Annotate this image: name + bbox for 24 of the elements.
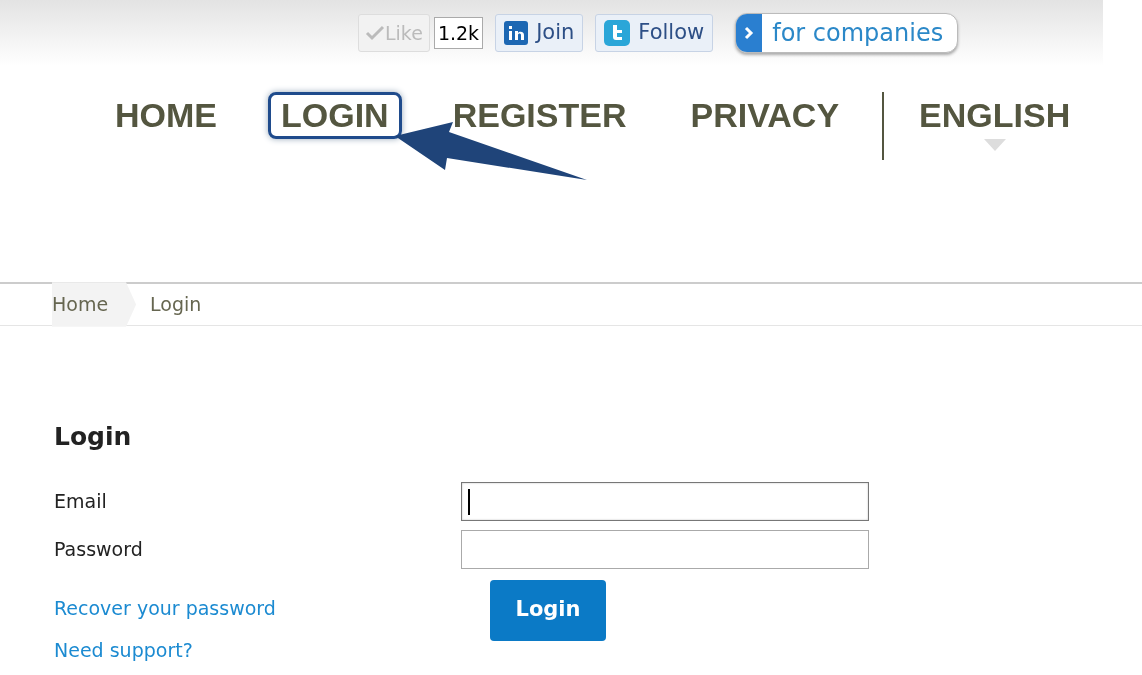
input-field[interactable]	[461, 530, 869, 569]
login-button[interactable]: Login	[490, 579, 606, 641]
chevron-icon	[744, 26, 755, 40]
nav-link[interactable]: REGISTER	[439, 92, 640, 140]
linkedin-icon	[504, 21, 529, 45]
like-count: 1.2k	[433, 17, 484, 49]
bird-icon	[604, 20, 631, 46]
link[interactable]: Need support?	[54, 636, 490, 665]
follow-button[interactable]: Follow	[595, 14, 714, 52]
field-label: Email	[54, 489, 108, 515]
caret-icon	[983, 139, 1006, 152]
nav-link[interactable]: PRIVACY	[677, 92, 853, 140]
companies-button[interactable]: for companies	[735, 13, 959, 53]
breadcrumb-item: Login	[150, 292, 202, 318]
form-title: Login	[54, 421, 133, 453]
nav-link[interactable]: LOGIN	[268, 92, 402, 140]
nav-link[interactable]: HOME	[102, 92, 230, 140]
input-field[interactable]	[461, 482, 869, 521]
join-button[interactable]: Join	[495, 14, 584, 52]
checkmark-icon	[365, 25, 385, 41]
field-label: Password	[54, 537, 144, 563]
link[interactable]: Recover your password	[54, 593, 490, 622]
breadcrumb-item[interactable]: Home	[52, 282, 137, 327]
language-menu[interactable]: ENGLISH	[906, 92, 1084, 140]
